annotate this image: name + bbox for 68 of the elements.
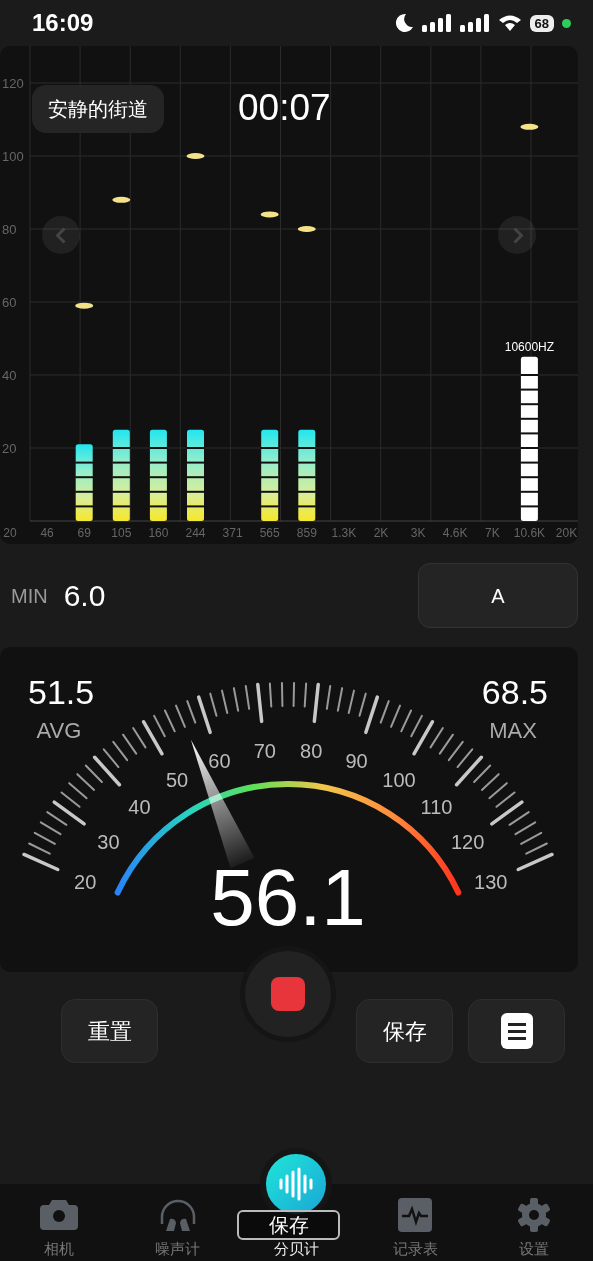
frequency-label: 10600HZ <box>504 339 555 354</box>
x-tick-label: 20 <box>3 526 17 540</box>
nav-item[interactable]: 设置 <box>474 1184 593 1261</box>
y-tick-label: 40 <box>2 368 17 383</box>
nav-item[interactable]: 噪声计 <box>118 1184 238 1261</box>
scale-label: 40 <box>128 796 151 818</box>
x-tick-label: 10.6K <box>513 526 546 540</box>
x-tick-label: 7K <box>484 526 500 540</box>
scale-label: 30 <box>97 830 120 853</box>
decibel-reading: 56.1 <box>210 853 366 942</box>
x-tick-label: 244 <box>185 526 206 540</box>
document-icon <box>500 1013 533 1050</box>
scale-label: 130 <box>474 870 508 893</box>
y-tick-label: 20 <box>2 441 17 456</box>
chevron-right-icon <box>511 226 523 244</box>
scale-label: 70 <box>253 740 276 763</box>
x-tick-label: 160 <box>148 526 169 540</box>
chart-icon <box>398 1198 433 1232</box>
x-tick-label: 3K <box>410 526 426 540</box>
scale-label: 120 <box>450 830 485 853</box>
chevron-left-icon <box>55 226 67 244</box>
status-time: 16:09 <box>32 11 94 35</box>
scale-label: 80 <box>300 740 323 763</box>
status-dot <box>562 18 571 28</box>
scale-label: 50 <box>165 768 189 791</box>
toast-message: 保存 <box>237 1210 340 1240</box>
battery-level: 68 <box>529 14 554 32</box>
reset-button[interactable]: 重置 <box>61 999 158 1063</box>
x-tick-label: 105 <box>111 526 132 540</box>
scale-label: 110 <box>420 796 453 818</box>
timer: 00:07 <box>238 86 331 130</box>
x-tick-label: 371 <box>222 526 243 540</box>
avg-value: 51.5 <box>28 673 95 711</box>
nav-item[interactable]: 相机 <box>0 1184 119 1261</box>
x-tick-label: 859 <box>296 526 317 540</box>
sound-wave-icon <box>278 1167 315 1201</box>
save-button[interactable]: 保存 <box>356 999 453 1063</box>
y-tick-label: 100 <box>2 149 24 164</box>
wifi-icon <box>497 14 522 32</box>
headphones-icon <box>158 1198 197 1232</box>
y-tick-label: 120 <box>2 76 24 91</box>
x-tick-label: 1.3K <box>331 526 357 540</box>
scale-label: 20 <box>74 870 97 893</box>
x-tick-label: 69 <box>77 526 91 540</box>
camera-icon <box>40 1198 79 1230</box>
x-tick-label: 4.6K <box>442 526 468 540</box>
y-tick-label: 80 <box>2 222 17 237</box>
moon-icon <box>393 13 414 33</box>
min-label: MIN <box>11 583 48 609</box>
x-tick-label: 46 <box>40 526 54 540</box>
min-value: 6.0 <box>63 578 106 614</box>
signal-icon <box>421 14 452 32</box>
settings-icon <box>516 1198 551 1232</box>
scale-label: 100 <box>382 768 416 791</box>
y-tick-label: 60 <box>2 295 17 310</box>
weighting-button[interactable]: A <box>418 563 578 628</box>
records-button[interactable] <box>468 999 565 1063</box>
signal-icon <box>459 14 490 32</box>
x-tick-label: 565 <box>259 526 280 540</box>
scale-label: 90 <box>345 749 368 772</box>
nav-item[interactable]: 记录表 <box>355 1184 475 1261</box>
max-value: 68.5 <box>481 673 548 711</box>
scale-label: 60 <box>208 749 231 772</box>
x-tick-label: 20K <box>555 526 578 540</box>
avg-label: AVG <box>36 718 82 743</box>
max-label: MAX <box>489 718 537 743</box>
scene-label: 安静的街道 <box>32 85 164 133</box>
x-tick-label: 2K <box>373 526 389 540</box>
